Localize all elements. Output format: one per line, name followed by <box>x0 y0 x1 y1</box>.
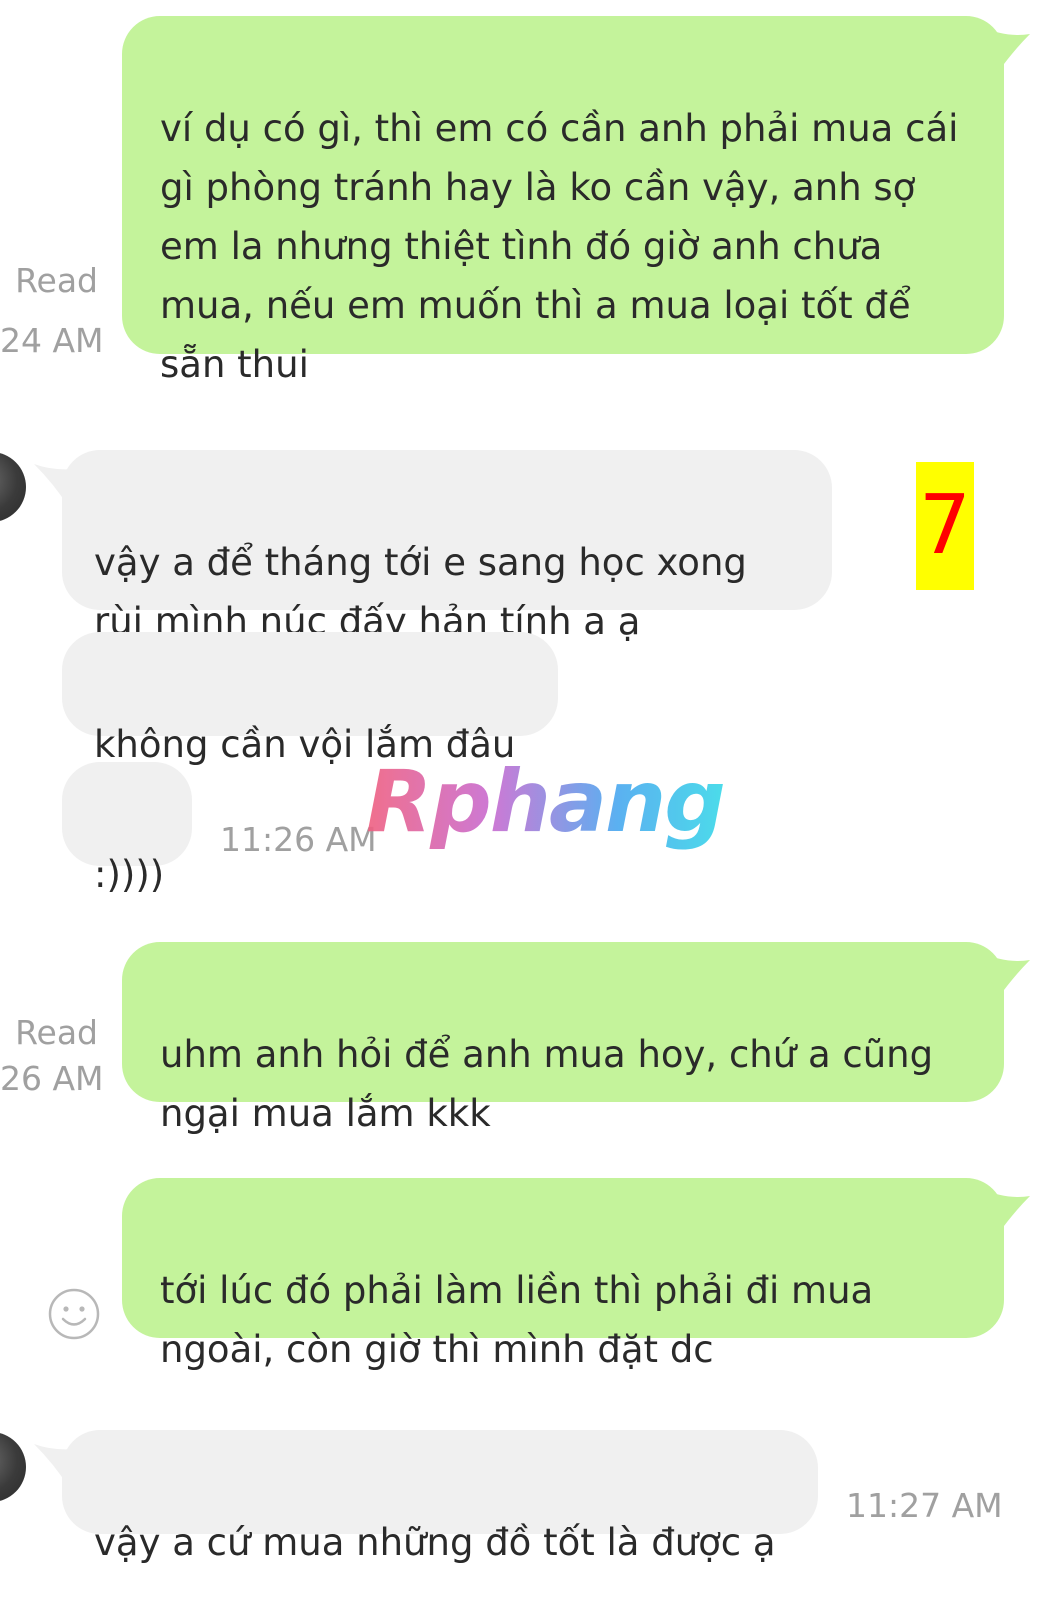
message-text: ví dụ có gì, thì em có cần anh phải mua … <box>160 107 959 386</box>
incoming-message-bubble[interactable]: không cần vội lắm đâu <box>62 632 558 766</box>
bubble-tail <box>980 952 1030 998</box>
message-time: 26 AM <box>0 1059 104 1098</box>
message-time: 11:27 AM <box>846 1486 1003 1525</box>
smiley-icon[interactable] <box>48 1288 100 1340</box>
incoming-message-bubble[interactable]: vậy a cứ mua những đồ tốt là được ạ <box>62 1430 818 1564</box>
message-text: uhm anh hỏi để anh mua hoy, chứ a cũng n… <box>160 1033 934 1135</box>
incoming-message-bubble[interactable]: vậy a để tháng tới e sang học xong rùi m… <box>62 450 832 643</box>
message-time: 24 AM <box>0 321 104 360</box>
chat-panel: Read 24 AM ví dụ có gì, thì em có cần an… <box>0 0 1052 1600</box>
bubble-tail <box>980 26 1030 72</box>
outgoing-message-bubble[interactable]: uhm anh hỏi để anh mua hoy, chứ a cũng n… <box>122 942 1004 1135</box>
outgoing-message-bubble[interactable]: tới lúc đó phải làm liền thì phải đi mua… <box>122 1178 1004 1371</box>
message-text: vậy a để tháng tới e sang học xong rùi m… <box>94 541 747 643</box>
watermark-logo: Rphang <box>366 752 726 852</box>
read-status: Read <box>15 1013 98 1052</box>
message-text: tới lúc đó phải làm liền thì phải đi mua… <box>160 1269 874 1371</box>
contact-avatar[interactable] <box>0 1432 26 1502</box>
bubble-tail <box>980 1188 1030 1234</box>
message-text: vậy a cứ mua những đồ tốt là được ạ <box>94 1521 776 1564</box>
incoming-message-bubble[interactable]: :)))) <box>62 762 192 896</box>
message-meta: Read 26 AM <box>0 1010 104 1102</box>
read-status: Read <box>15 261 98 300</box>
outgoing-message-bubble[interactable]: ví dụ có gì, thì em có cần anh phải mua … <box>122 16 1004 386</box>
contact-avatar[interactable] <box>0 452 26 522</box>
message-meta: Read 24 AM <box>0 258 104 364</box>
message-text: :)))) <box>94 853 165 896</box>
message-time: 11:26 AM <box>220 820 377 859</box>
annotation-badge: 7 <box>916 462 974 590</box>
